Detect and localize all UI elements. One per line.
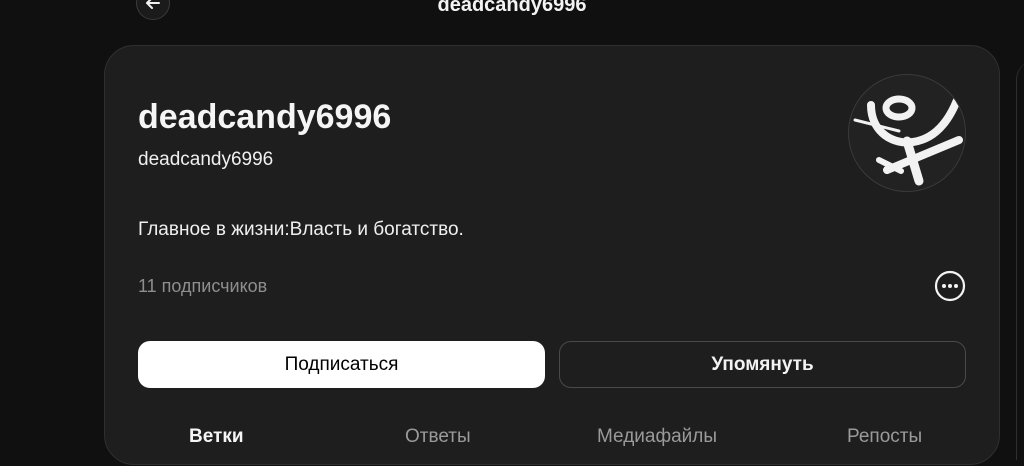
tab-reposts[interactable]: Репосты bbox=[847, 426, 922, 448]
more-options-icon bbox=[934, 270, 966, 302]
profile-card: deadcandy6996 deadcandy6996 Главное в жи… bbox=[104, 45, 1000, 465]
mention-button[interactable]: Упомянуть bbox=[559, 341, 966, 388]
avatar-image bbox=[849, 75, 965, 191]
tab-threads[interactable]: Ветки bbox=[189, 426, 244, 448]
profile-username: deadcandy6996 bbox=[138, 149, 274, 170]
profile-bio: Главное в жизни:Власть и богатство. bbox=[138, 219, 464, 240]
profile-display-name: deadcandy6996 bbox=[138, 98, 392, 136]
tab-media[interactable]: Медиафайлы bbox=[597, 426, 717, 448]
tab-replies[interactable]: Ответы bbox=[405, 426, 471, 448]
adjacent-column-edge bbox=[1016, 60, 1024, 460]
followers-count[interactable]: 11 подписчиков bbox=[138, 276, 267, 297]
profile-tabs: Ветки Ответы Медиафайлы Репосты bbox=[105, 426, 1001, 466]
page-title: deadcandy6996 bbox=[437, 0, 587, 16]
follow-button[interactable]: Подписаться bbox=[138, 341, 545, 388]
avatar[interactable] bbox=[848, 74, 966, 192]
top-bar: deadcandy6996 bbox=[0, 0, 1024, 40]
more-options-button[interactable] bbox=[933, 269, 967, 303]
